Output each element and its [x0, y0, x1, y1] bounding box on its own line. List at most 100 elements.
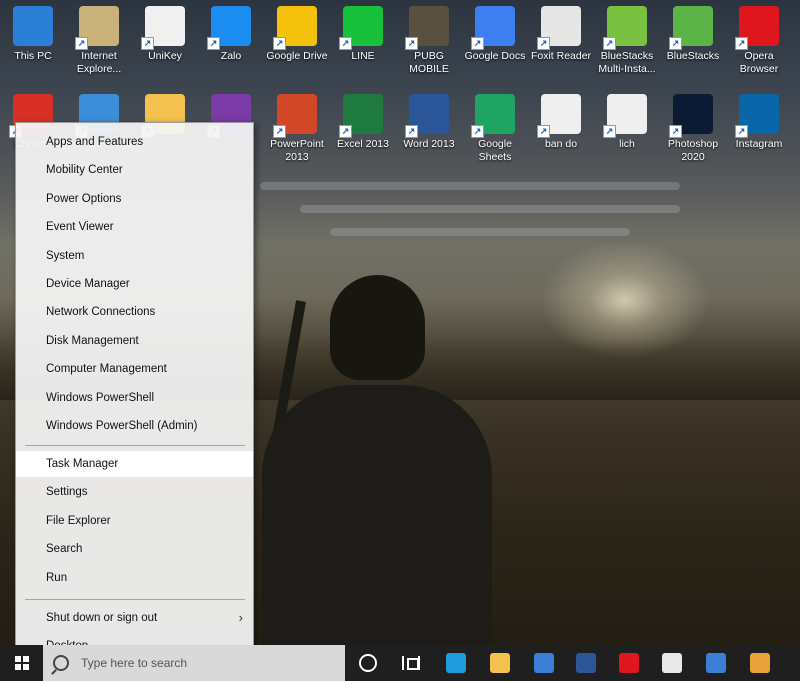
windows-logo-icon	[14, 656, 29, 670]
desktop-icon-label: Excel 2013	[337, 138, 389, 150]
menu-item-file-explorer[interactable]: File Explorer	[16, 508, 253, 534]
taskbar-app-button[interactable]	[660, 651, 684, 675]
menu-item-search[interactable]: Search	[16, 536, 253, 562]
desktop-icon-zalo[interactable]: ↗ Zalo	[198, 6, 264, 63]
word-icon	[576, 653, 596, 673]
menu-item-network-connections[interactable]: Network Connections	[16, 299, 253, 325]
app-icon	[750, 653, 770, 673]
zalo-icon: ↗	[207, 6, 251, 50]
menu-separator	[25, 445, 245, 446]
task-view-button[interactable]	[399, 651, 423, 675]
menu-item-label: Run	[46, 571, 68, 584]
power-user-menu: Apps and Features Mobility Center Power Op…	[15, 122, 254, 662]
desktop-icon-label: Instagram	[735, 138, 783, 150]
desktop-icon-google-docs[interactable]: ↗ Google Docs	[462, 6, 528, 63]
taskbar: Type here to search	[0, 645, 800, 681]
mail-icon	[534, 653, 554, 673]
bluestacks-icon: ↗	[669, 6, 713, 50]
menu-item-label: Event Viewer	[46, 221, 114, 234]
menu-item-settings[interactable]: Settings	[16, 479, 253, 505]
menu-item-event-viewer[interactable]: Event Viewer	[16, 214, 253, 240]
file-icon	[662, 653, 682, 673]
desktop-icon-label: Google Docs	[464, 50, 526, 62]
taskbar-app-button[interactable]	[748, 651, 772, 675]
start-button[interactable]	[0, 645, 43, 681]
desktop-icon-line[interactable]: ↗ LINE	[330, 6, 396, 63]
taskbar-app-button[interactable]	[574, 651, 598, 675]
desktop-icon-unikey[interactable]: ↗ UniKey	[132, 6, 198, 63]
shortcut-arrow-icon: ↗	[405, 37, 418, 50]
menu-separator	[25, 599, 245, 600]
desktop-icon-label: Photoshop 2020	[667, 138, 719, 163]
desktop-icon-excel-2013[interactable]: ↗ Excel 2013	[330, 94, 396, 151]
shortcut-arrow-icon: ↗	[471, 37, 484, 50]
foxit-reader-icon: ↗	[537, 6, 581, 50]
desktop-icon-google-drive[interactable]: ↗ Google Drive	[264, 6, 330, 63]
desktop-icon-opera[interactable]: ↗ Opera Browser	[726, 6, 792, 76]
shortcut-arrow-icon: ↗	[273, 37, 286, 50]
line-icon: ↗	[339, 6, 383, 50]
microsoft-store-icon	[706, 653, 726, 673]
menu-item-device-manager[interactable]: Device Manager	[16, 271, 253, 297]
shortcut-arrow-icon: ↗	[603, 37, 616, 50]
menu-item-disk-management[interactable]: Disk Management	[16, 328, 253, 354]
menu-item-power-options[interactable]: Power Options	[16, 186, 253, 212]
menu-item-label: Task Manager	[46, 458, 119, 470]
desktop-icon-foxit-reader[interactable]: ↗ Foxit Reader	[528, 6, 594, 63]
desktop-icon-label: ban do	[544, 138, 578, 150]
taskbar-app-button[interactable]	[444, 651, 468, 675]
chevron-right-icon: ›	[238, 610, 243, 625]
menu-item-label: Apps and Features	[46, 136, 144, 148]
desktop-icon-powerpoint[interactable]: ↗ PowerPoint 2013	[264, 94, 330, 164]
desktop-icon-label: Foxit Reader	[530, 50, 592, 62]
menu-item-label: Windows PowerShell (Admin)	[46, 420, 198, 432]
desktop-icon-bluestacks[interactable]: ↗ BlueStacks	[660, 6, 726, 63]
menu-item-computer-management[interactable]: Computer Management	[16, 356, 253, 382]
shortcut-arrow-icon: ↗	[339, 37, 352, 50]
wallpaper-cloud	[330, 228, 630, 236]
cortana-button[interactable]	[356, 651, 380, 675]
desktop-icon-word-2013[interactable]: ↗ Word 2013	[396, 94, 462, 151]
wallpaper-cloud	[300, 205, 680, 213]
wallpaper-soldier-body	[262, 385, 492, 645]
menu-item-run[interactable]: Run	[16, 565, 253, 591]
menu-item-label: Windows PowerShell	[46, 391, 155, 404]
desktop-icon-this-pc[interactable]: This PC	[0, 6, 66, 63]
opera-icon: ↗	[735, 6, 779, 50]
desktop-icon-lich[interactable]: ↗ lich	[594, 94, 660, 151]
shortcut-arrow-icon: ↗	[669, 37, 682, 50]
search-icon	[53, 655, 69, 671]
taskbar-app-button[interactable]	[532, 651, 556, 675]
task-view-icon	[402, 656, 420, 670]
desktop-icon-label: PUBG MOBILE	[409, 50, 449, 75]
menu-item-label: Network Connections	[46, 306, 156, 319]
menu-item-label: Search	[46, 543, 83, 556]
taskbar-app-button[interactable]	[704, 651, 728, 675]
desktop-icon-instagram[interactable]: ↗ Instagram	[726, 94, 792, 151]
desktop-icon-photoshop[interactable]: ↗ Photoshop 2020	[660, 94, 726, 164]
taskbar-app-button[interactable]	[617, 651, 641, 675]
desktop-icon-google[interactable]: ↗ Google Sheets	[462, 94, 528, 164]
opera-icon	[619, 653, 639, 673]
shortcut-arrow-icon: ↗	[735, 37, 748, 50]
menu-item-label: Shut down or sign out	[46, 612, 158, 624]
desktop-icon-label: Google Sheets	[478, 138, 512, 163]
taskbar-app-button[interactable]	[488, 651, 512, 675]
menu-item-apps-and-features[interactable]: Apps and Features	[16, 129, 253, 155]
menu-item-mobility-center[interactable]: Mobility Center	[16, 157, 253, 183]
powerpoint-icon: ↗	[273, 94, 317, 138]
menu-item-task-manager[interactable]: Task Manager	[16, 451, 253, 477]
file-icon: ↗	[603, 94, 647, 138]
desktop-icon-internet[interactable]: ↗ Internet Explore...	[66, 6, 132, 76]
menu-item-system[interactable]: System	[16, 243, 253, 269]
excel-icon: ↗	[339, 94, 383, 138]
desktop-icon-pubg[interactable]: ↗ PUBG MOBILE	[396, 6, 462, 76]
file-explorer-icon	[490, 653, 510, 673]
taskbar-search-box[interactable]: Type here to search	[43, 645, 345, 681]
desktop-icon-bluestacks[interactable]: ↗ BlueStacks Multi-Insta...	[594, 6, 660, 76]
desktop-icon-ban-do[interactable]: ↗ ban do	[528, 94, 594, 151]
menu-item-shut-down-or-sign-out[interactable]: Shut down or sign out ›	[16, 605, 253, 631]
menu-item-windows-powershell-admin[interactable]: Windows PowerShell (Admin)	[16, 413, 253, 439]
menu-item-windows-powershell[interactable]: Windows PowerShell	[16, 385, 253, 411]
shortcut-arrow-icon: ↗	[405, 125, 418, 138]
